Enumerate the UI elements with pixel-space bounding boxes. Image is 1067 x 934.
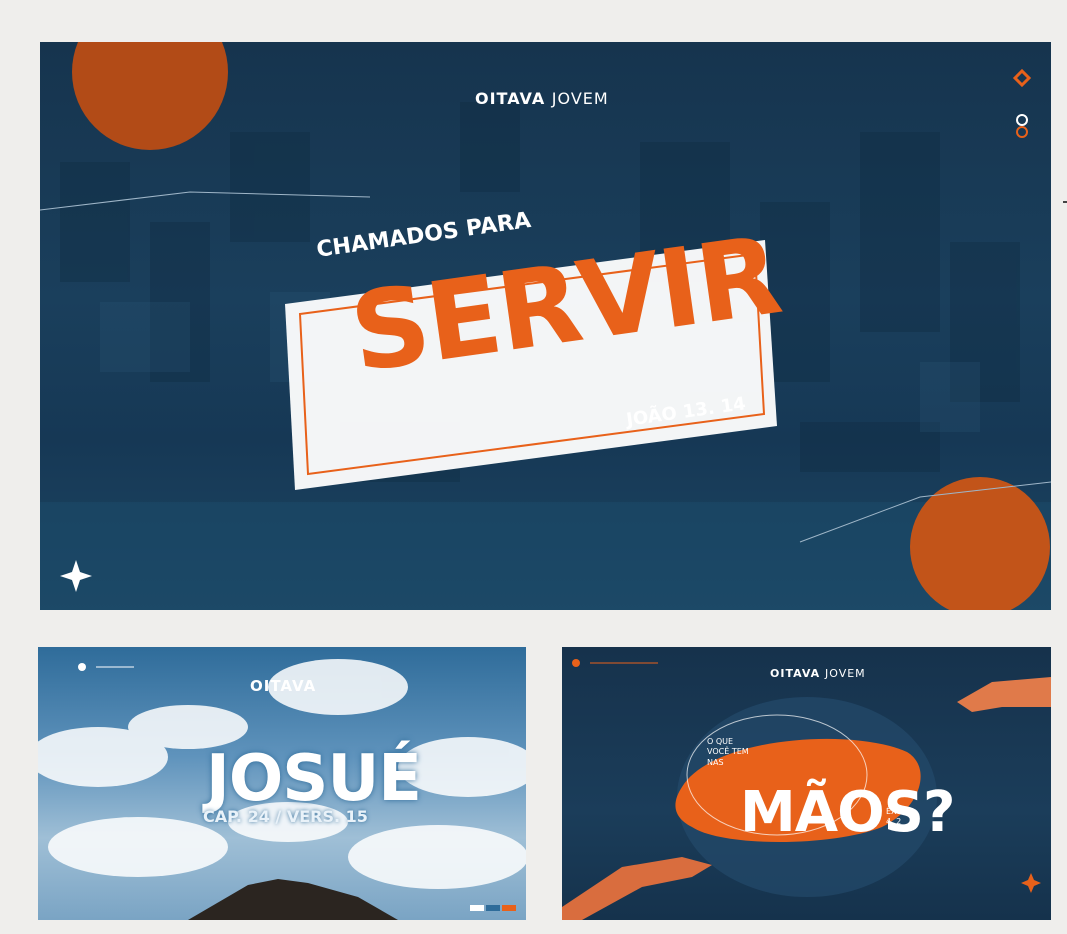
logo-mark-icon [1012, 68, 1032, 88]
hero-artwork: OITAVA JOVEM CHAMADOS PARA SERVIR JOÃO 1… [40, 42, 1051, 610]
reference-book: ÊXODO [886, 807, 915, 816]
brand-bold: OITAVA [770, 667, 821, 680]
hand-bottom-left [562, 857, 712, 920]
maos-reference: ÊXODO 4. 2 [886, 807, 915, 828]
mountain-peak [188, 879, 398, 920]
josue-subtitle: CAP. 24 / VERS. 15 [203, 807, 368, 826]
hand-top-right [957, 677, 1051, 712]
maos-brand: OITAVA JOVEM [770, 667, 866, 680]
brand-light: JOVEM [551, 89, 609, 108]
josue-brand: OITAVA [250, 677, 317, 695]
maos-artwork: OITAVA JOVEM O QUE VOCÊ TEM NAS MÃOS? ÊX… [562, 647, 1051, 920]
edge-mark [1063, 201, 1067, 203]
brand-bold: OITAVA [475, 89, 546, 108]
maos-question: O QUE VOCÊ TEM NAS [707, 737, 749, 767]
sparkle-icon [1021, 873, 1041, 893]
hero-brand: OITAVA JOVEM [475, 89, 609, 108]
top-margin [0, 0, 1067, 10]
josue-artwork: OITAVA JOSUÉ CAP. 24 / VERS. 15 [38, 647, 526, 920]
brand-light: JOVEM [824, 667, 866, 680]
maos-title: MÃOS? [740, 780, 955, 845]
reference-verse: 4. 2 [886, 817, 902, 827]
planet-bottom-right [910, 477, 1050, 610]
planet-top-left [72, 42, 228, 150]
josue-title: JOSUÉ [206, 742, 422, 816]
